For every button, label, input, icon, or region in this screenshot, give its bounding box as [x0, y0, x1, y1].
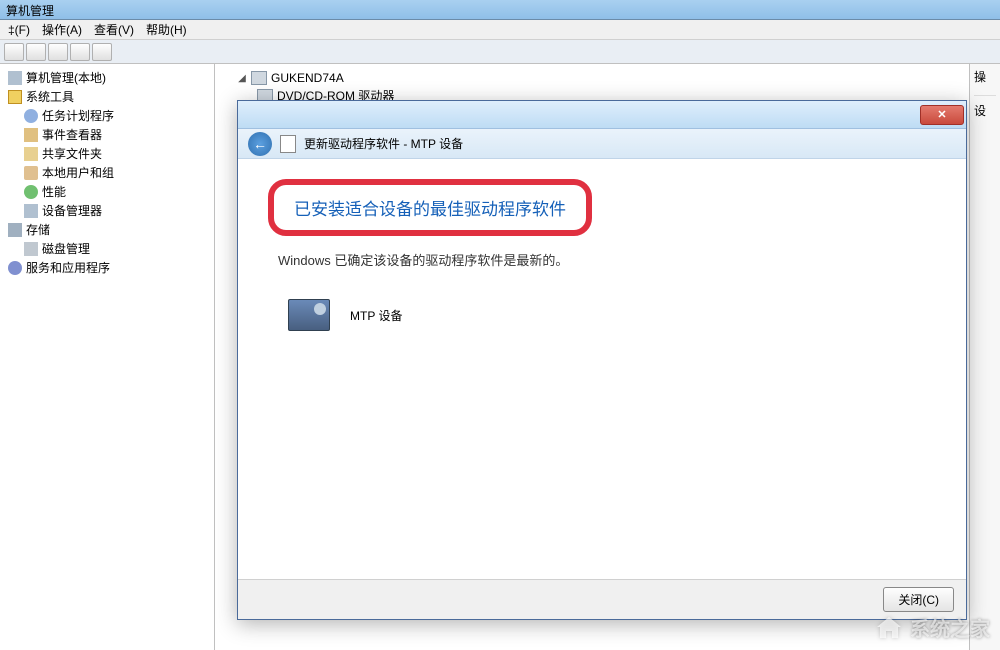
right-label-1: 操: [974, 68, 996, 85]
toolbar-help-icon[interactable]: [92, 43, 112, 61]
dialog-close-footer-button[interactable]: 关闭(C): [883, 587, 954, 612]
dialog-close-button[interactable]: ✕: [920, 105, 964, 125]
close-icon: ✕: [937, 108, 946, 121]
tree-disk[interactable]: 磁盘管理: [2, 239, 212, 258]
collapse-icon[interactable]: ◢: [237, 73, 247, 84]
dev-computer[interactable]: ◢GUKEND74A: [221, 70, 963, 86]
event-icon: [24, 128, 38, 142]
menu-action[interactable]: 操作(A): [38, 19, 86, 40]
mtp-device-icon: [288, 299, 330, 331]
tools-icon: [8, 90, 22, 104]
highlight-annotation: 已安装适合设备的最佳驱动程序软件: [268, 179, 592, 236]
dialog-body: 已安装适合设备的最佳驱动程序软件 Windows 已确定该设备的驱动程序软件是最…: [238, 159, 966, 351]
window-title: 算机管理: [6, 4, 54, 18]
menu-view[interactable]: 查看(V): [90, 19, 138, 40]
tree-root[interactable]: 算机管理(本地): [2, 68, 212, 87]
dialog-back-button[interactable]: ←: [248, 132, 272, 156]
dialog-sub-message: Windows 已确定该设备的驱动程序软件是最新的。: [278, 250, 936, 269]
disk-icon: [24, 242, 38, 256]
dialog-main-message: 已安装适合设备的最佳驱动程序软件: [294, 195, 566, 220]
tree-systools[interactable]: 系统工具: [2, 87, 212, 106]
menu-bar: ‡(F) 操作(A) 查看(V) 帮助(H): [0, 20, 1000, 40]
toolbar: [0, 40, 1000, 64]
pc-icon: [251, 71, 267, 85]
computer-icon: [8, 71, 22, 85]
watermark-text: 系统之家: [910, 613, 990, 642]
watermark-house-icon: [874, 615, 904, 641]
document-icon: [280, 135, 296, 153]
storage-icon: [8, 223, 22, 237]
tree-users[interactable]: 本地用户和组: [2, 163, 212, 182]
device-name-label: MTP 设备: [350, 307, 402, 324]
toolbar-prop-icon[interactable]: [70, 43, 90, 61]
perf-icon: [24, 185, 38, 199]
tree-share[interactable]: 共享文件夹: [2, 144, 212, 163]
menu-file[interactable]: ‡(F): [4, 21, 34, 39]
menu-help[interactable]: 帮助(H): [142, 19, 191, 40]
device-row: MTP 设备: [288, 299, 936, 331]
right-actions-pane: 操 设: [970, 64, 1000, 650]
right-label-2: 设: [974, 95, 996, 119]
toolbar-back-icon[interactable]: [4, 43, 24, 61]
users-icon: [24, 166, 38, 180]
update-driver-dialog: ✕ ← 更新驱动程序软件 - MTP 设备 已安装适合设备的最佳驱动程序软件 W…: [237, 100, 967, 620]
tree-services[interactable]: 服务和应用程序: [2, 258, 212, 277]
tree-task[interactable]: 任务计划程序: [2, 106, 212, 125]
tree-storage[interactable]: 存储: [2, 220, 212, 239]
left-tree-pane: 算机管理(本地) 系统工具 任务计划程序 事件查看器 共享文件夹 本地用户和组 …: [0, 64, 215, 650]
dialog-footer: 关闭(C): [238, 579, 966, 619]
toolbar-forward-icon[interactable]: [26, 43, 46, 61]
tree-event[interactable]: 事件查看器: [2, 125, 212, 144]
watermark: 系统之家: [874, 613, 990, 642]
dialog-header: ← 更新驱动程序软件 - MTP 设备: [238, 129, 966, 159]
tree-devmgr[interactable]: 设备管理器: [2, 201, 212, 220]
window-titlebar: 算机管理: [0, 0, 1000, 20]
toolbar-refresh-icon[interactable]: [48, 43, 68, 61]
dialog-titlebar[interactable]: ✕: [238, 101, 966, 129]
device-icon: [24, 204, 38, 218]
tree-perf[interactable]: 性能: [2, 182, 212, 201]
back-arrow-icon: ←: [253, 136, 267, 152]
service-icon: [8, 261, 22, 275]
share-icon: [24, 147, 38, 161]
task-icon: [24, 109, 38, 123]
dialog-header-text: 更新驱动程序软件 - MTP 设备: [304, 135, 463, 152]
